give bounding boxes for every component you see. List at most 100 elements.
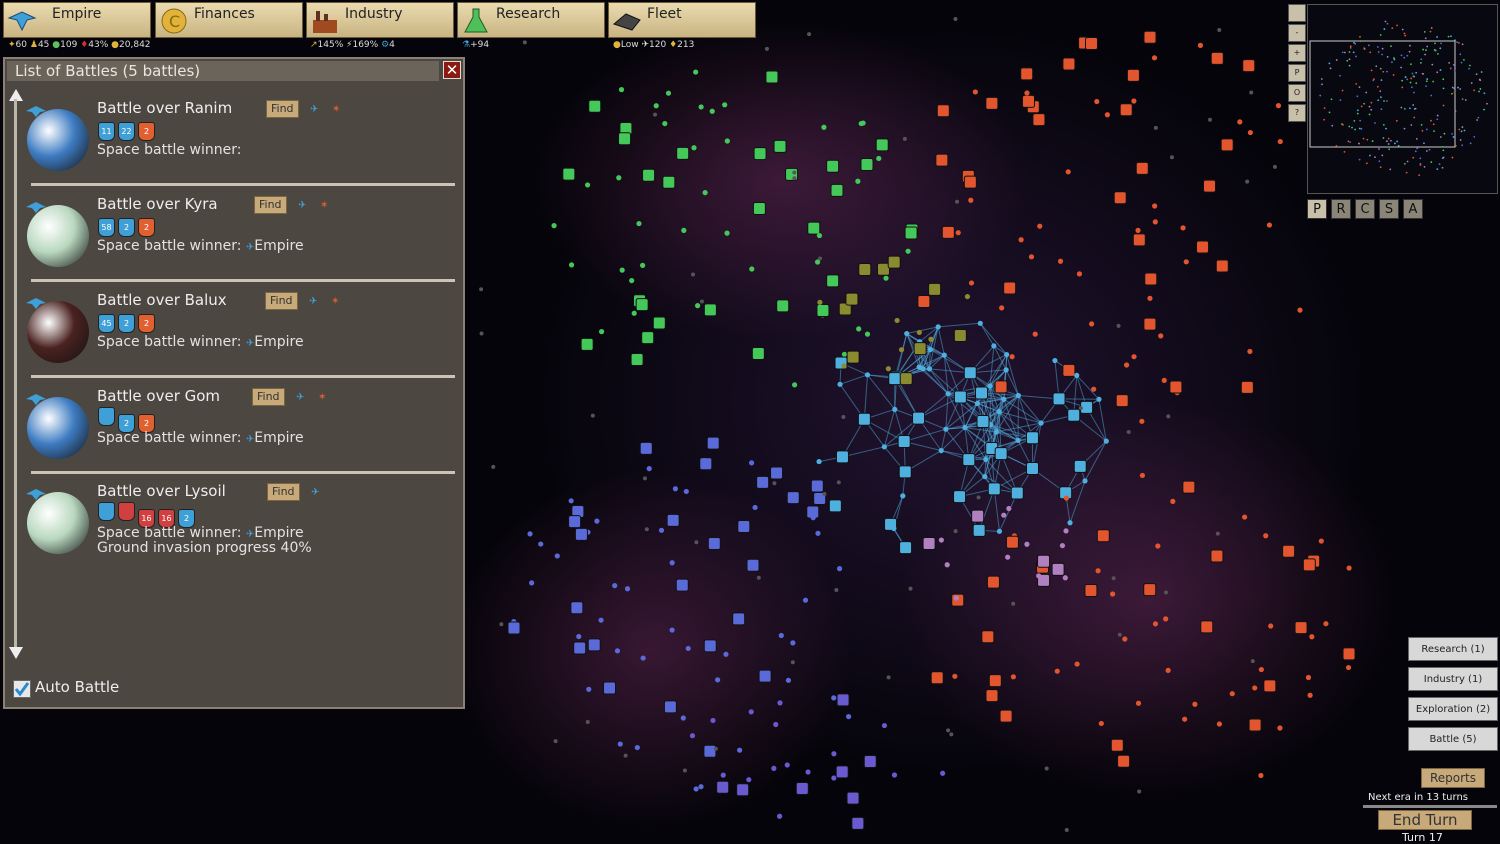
star-dot[interactable] (1076, 271, 1083, 277)
fleet-button[interactable]: Fleet (608, 2, 756, 38)
star-dot[interactable] (624, 586, 631, 592)
star-dot[interactable] (720, 772, 726, 778)
star-dot[interactable] (1158, 333, 1164, 339)
star-dot[interactable] (614, 648, 621, 654)
planet-marker[interactable] (981, 630, 995, 644)
star-dot[interactable] (941, 352, 947, 358)
planet-marker[interactable] (985, 689, 999, 703)
planet-marker[interactable] (1062, 57, 1076, 71)
find-button[interactable]: Find (252, 388, 285, 406)
empire-button[interactable]: Empire (3, 2, 151, 38)
planet-marker[interactable] (975, 386, 989, 400)
planet-marker[interactable] (1135, 161, 1149, 175)
planet-marker[interactable] (795, 781, 809, 795)
star-dot[interactable] (891, 772, 898, 778)
star-dot[interactable] (737, 747, 743, 753)
planet-marker[interactable] (899, 541, 913, 555)
planet-marker[interactable] (1263, 679, 1277, 693)
star-dot[interactable] (1139, 418, 1145, 424)
star-dot[interactable] (821, 124, 827, 130)
star-dot[interactable] (790, 640, 796, 646)
star-dot[interactable] (665, 90, 672, 96)
minimap-tab-a[interactable]: A (1403, 199, 1423, 219)
star-dot[interactable] (1252, 685, 1258, 691)
planet-marker[interactable] (736, 783, 750, 797)
star-dot[interactable] (709, 108, 715, 114)
star-dot[interactable] (619, 267, 625, 273)
planet-marker[interactable] (666, 513, 680, 527)
star-dot[interactable] (636, 220, 642, 227)
planet-marker[interactable] (999, 709, 1013, 723)
star-dot[interactable] (683, 488, 689, 495)
star-dot[interactable] (968, 280, 975, 286)
planet-marker[interactable] (703, 639, 717, 653)
planet-marker[interactable] (507, 621, 521, 635)
planet-marker[interactable] (1220, 138, 1234, 152)
star-dot[interactable] (598, 329, 605, 335)
planet-marker[interactable] (1003, 281, 1017, 295)
finances-button[interactable]: C Finances (155, 2, 303, 38)
star-dot[interactable] (1155, 543, 1161, 549)
planet-marker[interactable] (1062, 363, 1076, 377)
planet-marker[interactable] (1005, 535, 1019, 549)
star-dot[interactable] (855, 178, 861, 184)
planet-marker[interactable] (986, 575, 1000, 589)
star-dot[interactable] (1135, 227, 1141, 234)
star-dot[interactable] (1063, 528, 1069, 534)
star-dot[interactable] (691, 145, 697, 151)
minimap[interactable] (1307, 4, 1498, 194)
planet-marker[interactable] (816, 304, 830, 318)
planet-marker[interactable] (706, 436, 720, 450)
planet-marker[interactable] (1096, 529, 1110, 543)
planet-marker[interactable] (899, 372, 913, 386)
planet-marker[interactable] (857, 412, 871, 426)
planet-marker[interactable] (941, 225, 955, 239)
planet-marker[interactable] (860, 158, 874, 172)
star-dot[interactable] (1163, 616, 1169, 622)
star-dot[interactable] (698, 784, 704, 790)
star-dot[interactable] (1003, 367, 1009, 373)
star-dot[interactable] (617, 741, 623, 747)
zoom-in-button[interactable]: + (1288, 44, 1306, 62)
planet-icon[interactable] (27, 109, 89, 171)
planet-marker[interactable] (1025, 431, 1039, 445)
minimap-tab-r[interactable]: R (1331, 199, 1351, 219)
star-dot[interactable] (594, 518, 600, 524)
planet-marker[interactable] (1342, 647, 1356, 661)
star-dot[interactable] (1180, 225, 1186, 231)
star-dot[interactable] (926, 366, 933, 372)
star-dot[interactable] (612, 583, 618, 589)
planet-icon[interactable] (27, 205, 89, 267)
star-dot[interactable] (945, 391, 951, 397)
planet-marker[interactable] (1032, 113, 1046, 127)
planet-marker[interactable] (1132, 233, 1146, 247)
planet-marker[interactable] (1051, 562, 1065, 576)
star-dot[interactable] (1266, 222, 1273, 228)
planet-marker[interactable] (1037, 554, 1051, 568)
star-dot[interactable] (996, 528, 1003, 534)
planet-marker[interactable] (845, 292, 859, 306)
star-dot[interactable] (905, 248, 911, 254)
star-dot[interactable] (722, 102, 728, 108)
star-dot[interactable] (529, 580, 535, 586)
star-dot[interactable] (962, 425, 968, 431)
star-dot[interactable] (1059, 542, 1066, 549)
planet-marker[interactable] (568, 515, 582, 529)
planet-marker[interactable] (913, 342, 927, 356)
star-dot[interactable] (1345, 664, 1352, 671)
star-dot[interactable] (955, 230, 961, 236)
planet-marker[interactable] (588, 99, 602, 113)
star-dot[interactable] (943, 426, 949, 432)
star-dot[interactable] (1024, 90, 1030, 96)
star-dot[interactable] (1151, 55, 1158, 61)
planet-marker[interactable] (858, 262, 872, 276)
pin-button[interactable]: P (1288, 64, 1306, 82)
star-dot[interactable] (938, 537, 944, 543)
star-dot[interactable] (1277, 138, 1283, 145)
star-dot[interactable] (1131, 98, 1137, 104)
star-dot[interactable] (993, 429, 1000, 435)
star-dot[interactable] (785, 677, 792, 683)
star-dot[interactable] (841, 363, 847, 369)
planet-marker[interactable] (1215, 259, 1229, 273)
star-dot[interactable] (920, 366, 926, 372)
